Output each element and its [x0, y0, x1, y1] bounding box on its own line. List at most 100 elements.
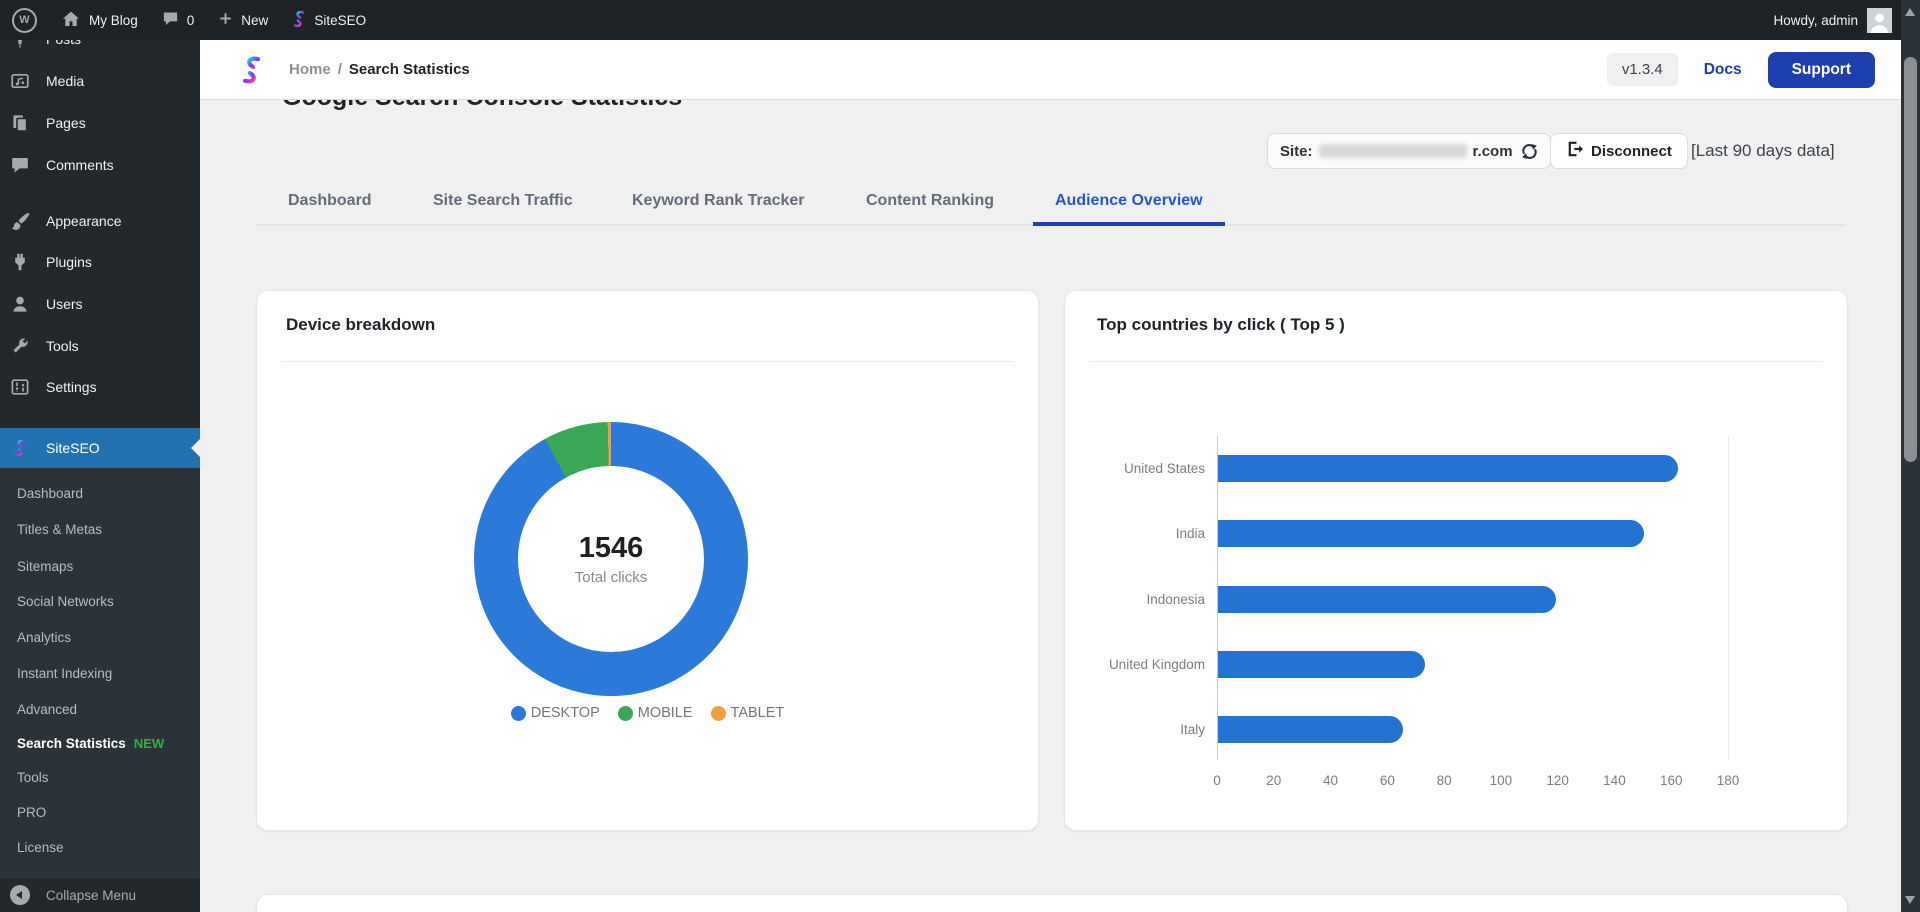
comments-icon	[10, 155, 30, 175]
submenu-item-license[interactable]: License	[0, 838, 200, 858]
x-tick-40: 40	[1323, 773, 1338, 788]
wp-logo-menu[interactable]: W	[12, 8, 37, 33]
plugin-header: Home / Search Statistics v1.3.4 Docs Sup…	[200, 40, 1905, 100]
version-badge: v1.3.4	[1607, 53, 1678, 86]
refresh-icon[interactable]	[1521, 143, 1538, 160]
disconnect-button[interactable]: Disconnect	[1550, 133, 1688, 169]
wordpress-logo-icon: W	[12, 8, 37, 33]
legend-dot-icon	[618, 706, 633, 721]
bar-label-india: India	[1065, 520, 1205, 547]
scrollbar-thumb[interactable]	[1904, 57, 1917, 462]
total-clicks-value: 1546	[579, 532, 644, 565]
app-window: W My Blog 0 New SiteSEO Howdy, admin Pos…	[0, 0, 1920, 912]
sidebar-item-settings[interactable]: Settings	[0, 370, 200, 404]
sidebar-item-users[interactable]: Users	[0, 287, 200, 321]
gridline-180	[1728, 436, 1729, 760]
comments-bubble-icon	[162, 10, 179, 30]
x-tick-180: 180	[1717, 773, 1740, 788]
submenu-item-titles-metas[interactable]: Titles & Metas	[0, 520, 200, 540]
sidebar-item-comments[interactable]: Comments	[0, 148, 200, 182]
scroll-up-arrow-icon[interactable]	[1905, 8, 1915, 16]
siteseo-submenu: Dashboard Titles & Metas Sitemaps Social Ne…	[0, 468, 200, 878]
siteseo-icon	[10, 438, 30, 458]
submenu-item-dashboard[interactable]: Dashboard	[0, 484, 200, 504]
admin-bar-account[interactable]: Howdy, admin	[1773, 0, 1892, 40]
blurred-site-domain	[1319, 144, 1467, 158]
new-badge: NEW	[134, 736, 164, 751]
bar-india	[1218, 520, 1644, 547]
siteseo-logo-icon	[240, 55, 263, 85]
settings-icon	[10, 377, 30, 397]
admin-bar-siteseo[interactable]: SiteSEO	[292, 10, 366, 31]
top-countries-card: Top countries by click ( Top 5 ) United …	[1064, 290, 1848, 831]
site-selector[interactable]: Site: r.com	[1267, 133, 1551, 169]
submenu-item-pro[interactable]: PRO	[0, 803, 200, 823]
collapse-arrow-icon	[10, 885, 30, 905]
bar-label-italy: Italy	[1065, 716, 1205, 743]
submenu-item-tools[interactable]: Tools	[0, 768, 200, 788]
howdy-text: Howdy, admin	[1773, 13, 1858, 28]
x-tick-140: 140	[1603, 773, 1626, 788]
submenu-item-advanced[interactable]: Advanced	[0, 700, 200, 720]
bar-united-kingdom	[1218, 651, 1425, 678]
breadcrumb: Home / Search Statistics	[289, 61, 470, 78]
sidebar-item-siteseo[interactable]: SiteSEO	[0, 428, 200, 468]
x-tick-120: 120	[1546, 773, 1569, 788]
donut-legend: DESKTOP MOBILE TABLET	[257, 705, 1038, 721]
card-title: Top countries by click ( Top 5 )	[1097, 315, 1345, 335]
tools-icon	[10, 336, 30, 356]
bar-label-indonesia: Indonesia	[1065, 586, 1205, 613]
main-content: Google Search Console Statistics Site: r…	[200, 100, 1905, 912]
users-icon	[10, 294, 30, 314]
plugins-icon	[10, 252, 30, 272]
legend-item-mobile: MOBILE	[618, 705, 693, 721]
tab-audience-overview[interactable]: Audience Overview	[1033, 178, 1225, 226]
tab-content-ranking[interactable]: Content Ranking	[844, 178, 1016, 226]
sidebar-item-posts[interactable]: Posts	[0, 40, 200, 56]
pages-icon	[10, 113, 30, 133]
bar-italy	[1218, 716, 1403, 743]
tab-site-search-traffic[interactable]: Site Search Traffic	[411, 178, 595, 226]
breadcrumb-current: Search Statistics	[349, 61, 470, 78]
scroll-down-arrow-icon[interactable]	[1905, 896, 1915, 904]
tab-dashboard[interactable]: Dashboard	[266, 178, 394, 226]
page-title: Google Search Console Statistics	[282, 100, 682, 112]
legend-dot-icon	[511, 706, 526, 721]
collapse-menu-button[interactable]: Collapse Menu	[0, 878, 200, 912]
bar-united-states	[1218, 455, 1678, 482]
sidebar-item-plugins[interactable]: Plugins	[0, 245, 200, 279]
plus-icon	[218, 11, 233, 29]
tab-keyword-rank-tracker[interactable]: Keyword Rank Tracker	[610, 178, 827, 226]
admin-bar-site-name[interactable]: My Blog	[61, 9, 138, 32]
legend-dot-icon	[711, 706, 726, 721]
submenu-item-search-statistics[interactable]: Search StatisticsNEW	[0, 734, 200, 754]
submenu-item-analytics[interactable]: Analytics	[0, 628, 200, 648]
x-tick-20: 20	[1266, 773, 1281, 788]
logout-icon	[1566, 140, 1584, 162]
sidebar-item-tools[interactable]: Tools	[0, 329, 200, 363]
sidebar-item-pages[interactable]: Pages	[0, 106, 200, 140]
current-menu-arrow-icon	[191, 439, 200, 457]
breadcrumb-home-link[interactable]: Home	[289, 61, 331, 78]
submenu-item-sitemaps[interactable]: Sitemaps	[0, 557, 200, 577]
admin-bar-new[interactable]: New	[218, 11, 268, 29]
x-tick-60: 60	[1380, 773, 1395, 788]
page-scrollbar[interactable]	[1901, 0, 1920, 912]
submenu-item-social-networks[interactable]: Social Networks	[0, 592, 200, 612]
card-title: Device breakdown	[286, 315, 435, 335]
sidebar-item-appearance[interactable]: Appearance	[0, 204, 200, 238]
x-tick-160: 160	[1660, 773, 1683, 788]
media-icon	[10, 71, 30, 91]
submenu-item-instant-indexing[interactable]: Instant Indexing	[0, 664, 200, 684]
docs-link[interactable]: Docs	[1704, 61, 1742, 79]
admin-bar-comments[interactable]: 0	[162, 10, 195, 30]
period-note: [Last 90 days data]	[1691, 133, 1835, 169]
legend-item-desktop: DESKTOP	[511, 705, 600, 721]
appearance-icon	[10, 211, 30, 231]
bar-label-united-kingdom: United Kingdom	[1065, 651, 1205, 678]
sidebar-item-media[interactable]: Media	[0, 64, 200, 98]
legend-item-tablet: TABLET	[711, 705, 785, 721]
bar-label-united-states: United States	[1065, 455, 1205, 482]
device-breakdown-card: Device breakdown 1546 Total clicks DESKT…	[256, 290, 1039, 831]
support-button[interactable]: Support	[1768, 52, 1875, 88]
